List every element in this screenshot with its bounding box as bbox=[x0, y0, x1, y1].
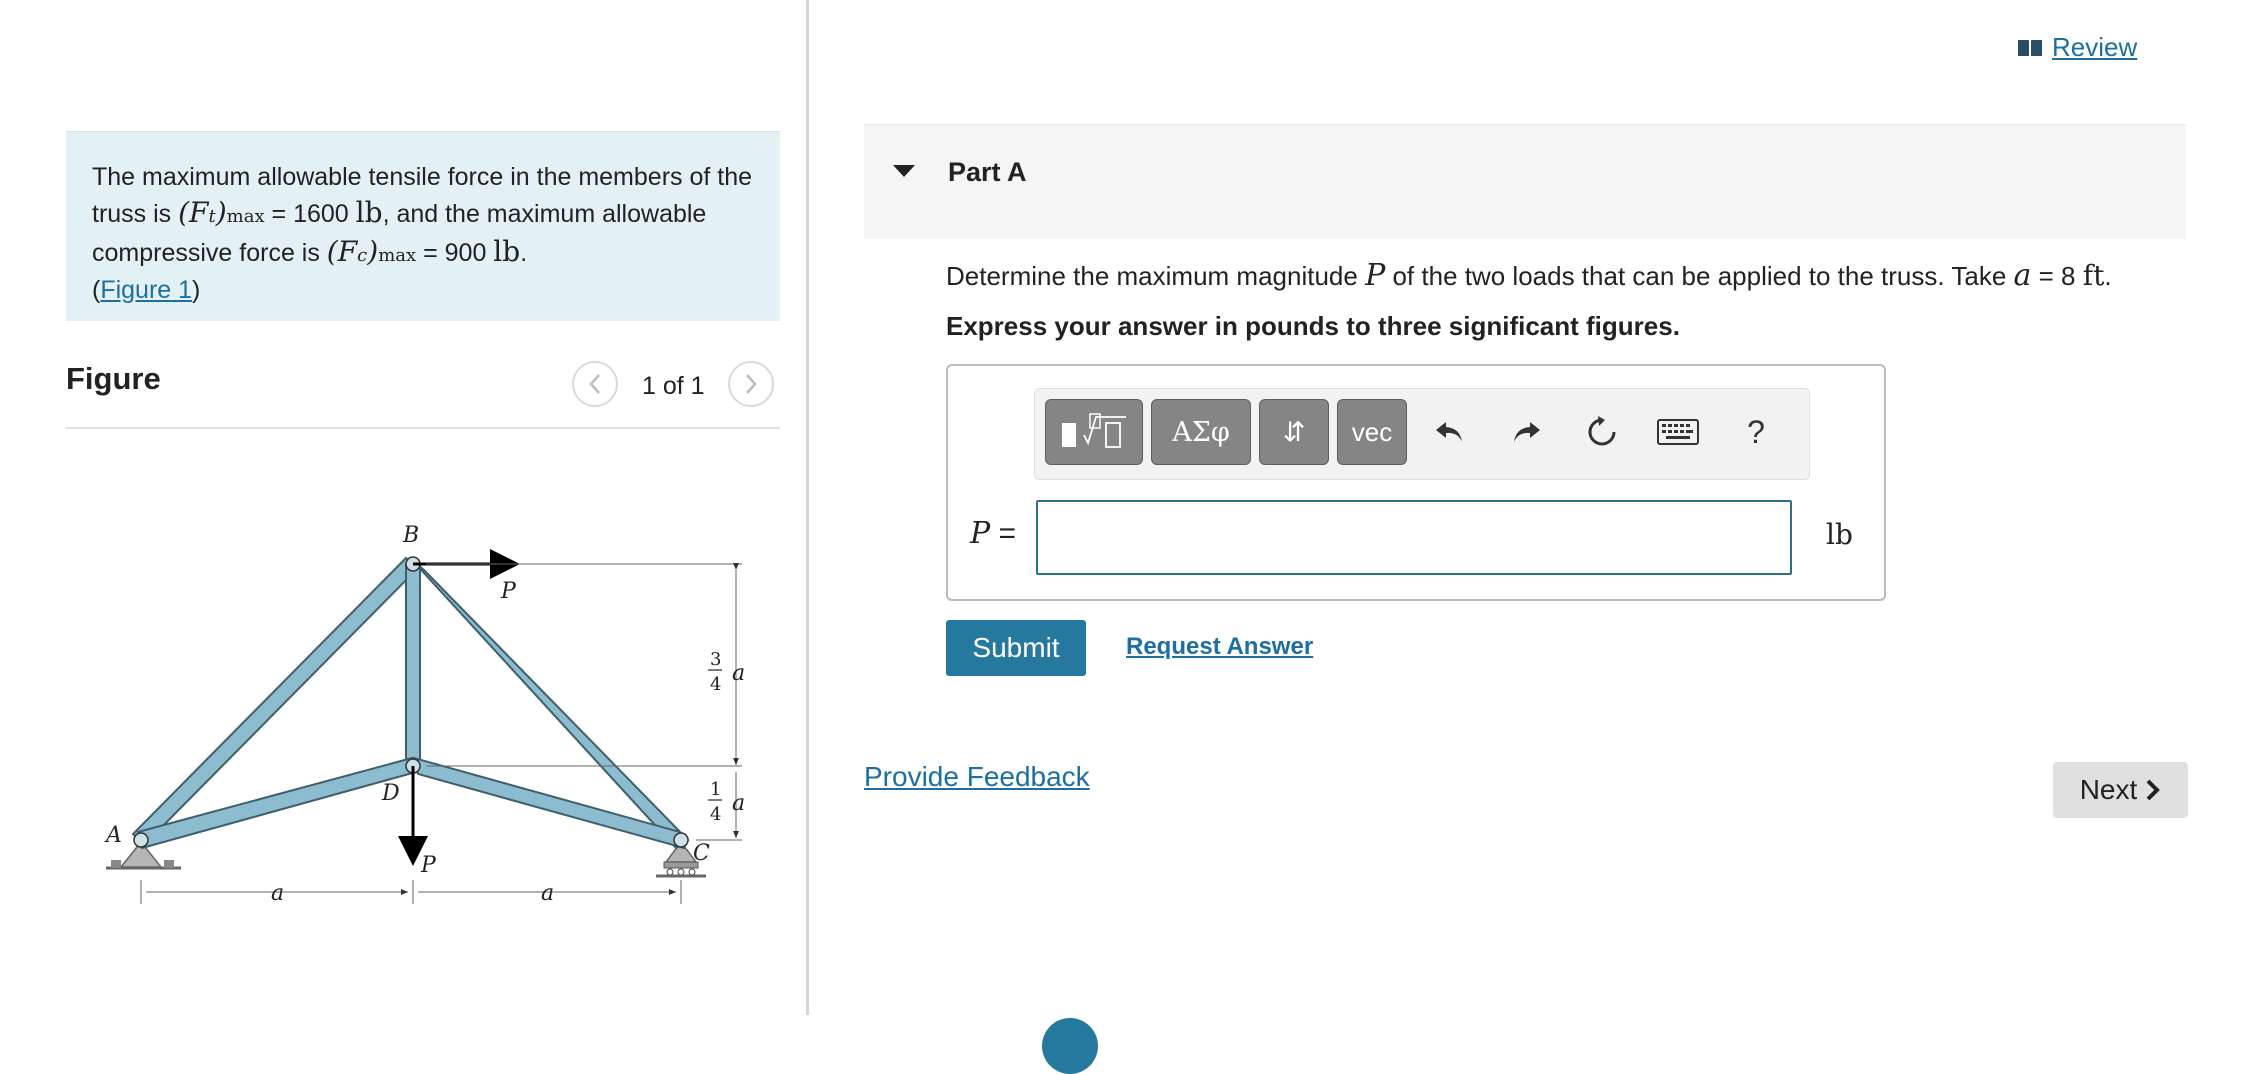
floating-action-button[interactable] bbox=[1042, 1018, 1098, 1074]
keyboard-icon bbox=[1657, 419, 1699, 445]
help-button[interactable]: ? bbox=[1733, 409, 1779, 455]
templates-button[interactable] bbox=[1045, 399, 1143, 465]
label-a-dim-lower: a bbox=[732, 791, 745, 816]
answer-unit: lb bbox=[1826, 518, 1853, 551]
redo-icon bbox=[1514, 422, 1540, 442]
answer-input[interactable] bbox=[1036, 500, 1792, 575]
ft-symbol: (Ft)max bbox=[178, 196, 265, 229]
answer-equals: = bbox=[990, 517, 1017, 550]
fc-var: (F bbox=[326, 235, 358, 268]
chevron-right-icon bbox=[746, 374, 757, 394]
left-panel: The maximum allowable tensile force in t… bbox=[0, 0, 808, 1024]
answer-variable-label: P = bbox=[970, 516, 1016, 551]
label-a-dim-right: a bbox=[541, 881, 554, 906]
provide-feedback-link[interactable]: Provide Feedback bbox=[864, 761, 1090, 793]
question-period: . bbox=[2104, 261, 2112, 291]
part-a-header[interactable]: Part A bbox=[864, 124, 2186, 239]
part-a-title: Part A bbox=[948, 157, 1027, 187]
fc-symbol: (Fc)max bbox=[326, 235, 417, 268]
reset-icon bbox=[1588, 416, 1616, 446]
question-var-a: a bbox=[2013, 258, 2032, 293]
question-text-2: of the two loads that can be applied to … bbox=[1385, 261, 2014, 291]
figure-pager-count: 1 of 1 bbox=[642, 372, 705, 400]
greek-symbols-button[interactable]: ΑΣφ bbox=[1151, 399, 1251, 465]
column-divider[interactable] bbox=[806, 0, 809, 1015]
review-link[interactable]: Review bbox=[2016, 32, 2137, 63]
next-figure-button[interactable] bbox=[728, 361, 774, 407]
ft-var: (F bbox=[178, 196, 209, 229]
next-button[interactable]: Next bbox=[2053, 762, 2188, 818]
label-frac-4-lower: 4 bbox=[710, 804, 721, 825]
undo-icon bbox=[1436, 422, 1462, 442]
paren-close: ) bbox=[192, 276, 201, 304]
answer-box: ΑΣφ ⇵ vec ? P = lb bbox=[946, 364, 1886, 601]
previous-figure-button[interactable] bbox=[572, 361, 618, 407]
answer-instruction: Express your answer in pounds to three s… bbox=[946, 311, 1680, 341]
fc-unit: lb bbox=[493, 235, 521, 268]
fc-close: ) bbox=[367, 235, 379, 268]
keyboard-button[interactable] bbox=[1655, 409, 1701, 455]
question-var-p: P bbox=[1365, 258, 1386, 293]
joint-c bbox=[673, 832, 689, 848]
fc-subscript: c bbox=[357, 245, 368, 266]
ft-unit: lb bbox=[355, 196, 383, 229]
redo-button[interactable] bbox=[1503, 409, 1549, 455]
math-toolbar: ΑΣφ ⇵ vec ? bbox=[1034, 388, 1810, 480]
next-label: Next bbox=[2079, 774, 2138, 805]
figure-1-link[interactable]: Figure 1 bbox=[100, 276, 192, 304]
figure-title: Figure bbox=[66, 361, 161, 396]
ft-subscript: t bbox=[208, 206, 216, 227]
intro-period: . bbox=[520, 239, 528, 267]
question-text-1: Determine the maximum magnitude bbox=[946, 261, 1366, 291]
ft-max-subscript: max bbox=[226, 206, 265, 227]
question-unit: ft bbox=[2082, 259, 2105, 292]
arrows-button[interactable]: ⇵ bbox=[1259, 399, 1329, 465]
label-p-top: P bbox=[500, 579, 517, 604]
label-frac-1: 1 bbox=[710, 779, 721, 800]
review-label: Review bbox=[2052, 32, 2138, 62]
chevron-right-icon bbox=[2146, 779, 2161, 801]
request-answer-link[interactable]: Request Answer bbox=[1126, 633, 1313, 661]
label-frac-4-upper: 4 bbox=[710, 674, 721, 695]
label-a: A bbox=[104, 823, 122, 848]
label-frac-3: 3 bbox=[710, 649, 721, 670]
label-p-bottom: P bbox=[420, 853, 437, 878]
templates-icon bbox=[1062, 413, 1126, 448]
label-a-dim-left: a bbox=[271, 881, 284, 906]
truss-figure: B P A D P C a a a a 3 4 1 4 bbox=[104, 523, 745, 906]
label-b: B bbox=[402, 523, 419, 548]
figure-header: Figure 1 of 1 bbox=[66, 355, 780, 429]
problem-statement: The maximum allowable tensile force in t… bbox=[66, 131, 780, 321]
label-c: C bbox=[693, 841, 710, 866]
answer-variable: P bbox=[970, 516, 991, 551]
vector-button[interactable]: vec bbox=[1337, 399, 1407, 465]
reset-button[interactable] bbox=[1579, 409, 1625, 455]
joint-a bbox=[133, 832, 149, 848]
chevron-left-icon bbox=[589, 374, 600, 394]
question-text: Determine the maximum magnitude P of the… bbox=[946, 258, 2112, 293]
undo-button[interactable] bbox=[1427, 409, 1473, 455]
fc-max-subscript: max bbox=[378, 245, 417, 266]
ft-close: ) bbox=[215, 196, 227, 229]
label-d: D bbox=[381, 781, 400, 806]
member-bd bbox=[405, 564, 421, 771]
truss-members bbox=[131, 556, 690, 850]
fc-value: = 900 bbox=[416, 239, 494, 267]
book-icon bbox=[2018, 39, 2042, 56]
question-value: = 8 bbox=[2031, 261, 2083, 291]
submit-button[interactable]: Submit bbox=[946, 620, 1086, 676]
label-a-dim-upper: a bbox=[732, 661, 745, 686]
caret-down-icon[interactable] bbox=[892, 163, 916, 179]
ft-value: = 1600 bbox=[264, 200, 356, 228]
